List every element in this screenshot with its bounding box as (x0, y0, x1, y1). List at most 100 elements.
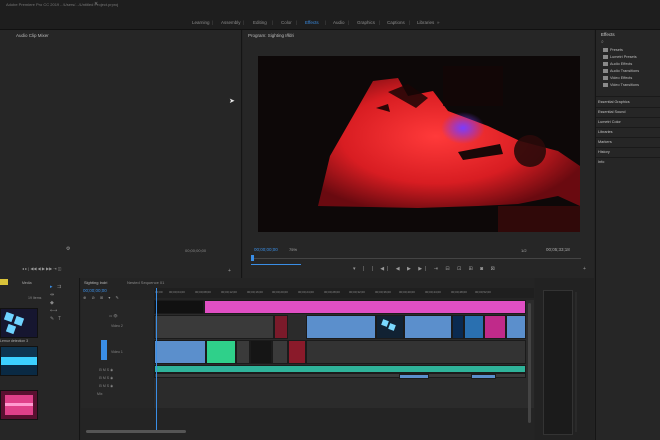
clip[interactable] (154, 340, 206, 364)
workspace-tab-audio[interactable]: Audio (333, 20, 345, 25)
vertical-scrollbar[interactable] (528, 303, 531, 423)
timeline-timecode[interactable]: 00;00;00;00 (83, 288, 107, 293)
scrubber-track[interactable] (251, 258, 581, 259)
window-title: Adobe Premiere Pro CC 2019 - /Users/.../… (6, 2, 119, 7)
effects-folder-video-effects[interactable]: Video Effects (603, 76, 632, 80)
zoom-scrollbar[interactable] (251, 264, 301, 265)
ruler-label: 00;00;20;00 (272, 290, 288, 294)
zoom-level[interactable]: 75% (289, 247, 297, 252)
selection-tool-icon[interactable]: ▸ (50, 283, 53, 291)
effects-folder-audio-effects[interactable]: Audio Effects (603, 62, 632, 66)
workspace-tab-graphics[interactable]: Graphics (357, 20, 375, 25)
clip[interactable] (204, 300, 526, 314)
clip[interactable] (288, 340, 306, 364)
effects-panel-title[interactable]: Effects (601, 32, 615, 37)
source-transport-controls[interactable]: ◂ ▸ | ◀◀ ◀ ▶ ▶▶ ⇥ ◫ (22, 266, 62, 271)
timeline-tab-nested-sequence[interactable]: Nested Sequence 01 (127, 280, 164, 285)
audio-track-controls[interactable]: ⊟ M S ◉ (99, 376, 113, 380)
source-timecode: 00;00;00;00 (185, 248, 207, 253)
audio-track-controls[interactable]: ⊟ M S ◉ (99, 368, 113, 372)
workspace-tab-assembly[interactable]: Assembly (221, 20, 241, 25)
clip[interactable] (306, 340, 526, 364)
audio-clip[interactable] (399, 374, 429, 379)
project-thumbnail[interactable] (0, 390, 38, 420)
panel-info[interactable]: Info (598, 160, 604, 164)
clip[interactable] (274, 315, 288, 339)
clip[interactable] (306, 315, 376, 339)
clip[interactable] (452, 315, 464, 339)
effects-folder-lumetri-presets[interactable]: Lumetri Presets (603, 55, 637, 59)
audio-track-controls[interactable]: ⊟ M S ◉ (99, 384, 113, 388)
text-tool-icon[interactable]: T (58, 315, 61, 323)
effects-folder-presets[interactable]: Presets (603, 48, 623, 52)
panel-history[interactable]: History (598, 150, 610, 154)
workspace-tab-effects[interactable]: Effects (305, 20, 319, 25)
project-panel: Media 19 Items Lemur detection 3 (0, 278, 80, 440)
razor-tool-icon[interactable]: ◆ (50, 299, 54, 307)
track-v3-toggle[interactable]: ▭ 👁 (109, 314, 118, 318)
clip[interactable] (250, 340, 272, 364)
effects-folder-video-transitions[interactable]: Video Transitions (603, 83, 639, 87)
clip[interactable] (464, 315, 484, 339)
clip[interactable] (154, 315, 274, 339)
ripple-edit-tool-icon[interactable]: ⇹ (50, 291, 54, 299)
program-transport-controls[interactable]: ▾ | | ◀| ◀ ▶ ▶| ⇥ ⊟ ⊡ ⊞ ◙ ⊠ (353, 266, 498, 272)
program-timecode[interactable]: 00;00;00;00 (254, 247, 278, 252)
audio-meter (543, 290, 573, 435)
workspace-tab-editing[interactable]: Editing (253, 20, 267, 25)
timeline-tab-sighting-indri[interactable]: Sighting Indri (84, 280, 107, 285)
project-tab-media[interactable]: Media (22, 281, 32, 285)
panel-essential-graphics[interactable]: Essential Graphics (598, 100, 630, 104)
project-thumbnail[interactable] (0, 308, 38, 338)
clip[interactable] (236, 340, 250, 364)
divider (596, 96, 660, 97)
project-thumbnail[interactable] (0, 346, 38, 376)
label-color-swatch (0, 279, 8, 285)
horizontal-scrollbar[interactable] (86, 430, 186, 433)
divider (596, 137, 660, 138)
track-select-tool-icon[interactable]: ⇉ (57, 283, 61, 291)
track-label: Video 1 (111, 350, 123, 354)
clip[interactable] (506, 315, 526, 339)
divider (596, 107, 660, 108)
workspace-tab-libraries[interactable]: Libraries (417, 20, 434, 25)
workspace-tab-learning[interactable]: Learning (192, 20, 210, 25)
clip[interactable] (404, 315, 452, 339)
ruler-label: 00;00;04;00 (169, 290, 185, 294)
workspace-tab-captions[interactable]: Captions (387, 20, 405, 25)
folder-icon (603, 69, 608, 73)
timeline-playhead[interactable] (156, 288, 157, 430)
playback-resolution[interactable]: 1/2 (521, 248, 527, 253)
slip-tool-icon[interactable]: ⟷ (50, 307, 57, 315)
panel-lumetri-color[interactable]: Lumetri Color (598, 120, 621, 124)
search-icon[interactable]: ⌕ (601, 39, 604, 45)
clip[interactable] (272, 340, 288, 364)
clip[interactable] (206, 340, 236, 364)
effects-panel: Effects ⌕ (595, 30, 660, 440)
premiere-window: Adobe Premiere Pro CC 2019 - /Users/.../… (0, 0, 660, 440)
track-target-v1[interactable] (101, 340, 107, 360)
source-panel-tab[interactable]: Audio Clip Mixer (16, 33, 49, 38)
workspace-overflow-icon[interactable]: » (437, 20, 440, 25)
divider (596, 127, 660, 128)
pen-tool-icon[interactable]: ✎ (50, 315, 54, 323)
clip-thumbnail (381, 319, 396, 331)
panel-essential-sound[interactable]: Essential Sound (598, 110, 625, 114)
effects-folder-audio-transitions[interactable]: Audio Transitions (603, 69, 639, 73)
playhead[interactable] (251, 255, 254, 261)
panel-markers[interactable]: Markers (598, 140, 612, 144)
clip[interactable] (484, 315, 506, 339)
panel-libraries[interactable]: Libraries (598, 130, 613, 134)
meter-scale (575, 292, 577, 432)
audio-clip[interactable] (471, 374, 496, 379)
add-icon[interactable]: + (228, 268, 231, 274)
audio-clip[interactable] (154, 365, 526, 373)
settings-icon[interactable]: ⚙ (66, 246, 70, 252)
clip[interactable] (154, 300, 204, 314)
close-icon[interactable]: ✕ (94, 1, 98, 7)
clip[interactable] (376, 315, 404, 339)
add-button-icon[interactable]: + (583, 266, 586, 272)
workspace-separator: | (243, 20, 245, 25)
panel-menu-icon[interactable]: ≡ (287, 32, 290, 38)
workspace-tab-color[interactable]: Color (281, 20, 292, 25)
